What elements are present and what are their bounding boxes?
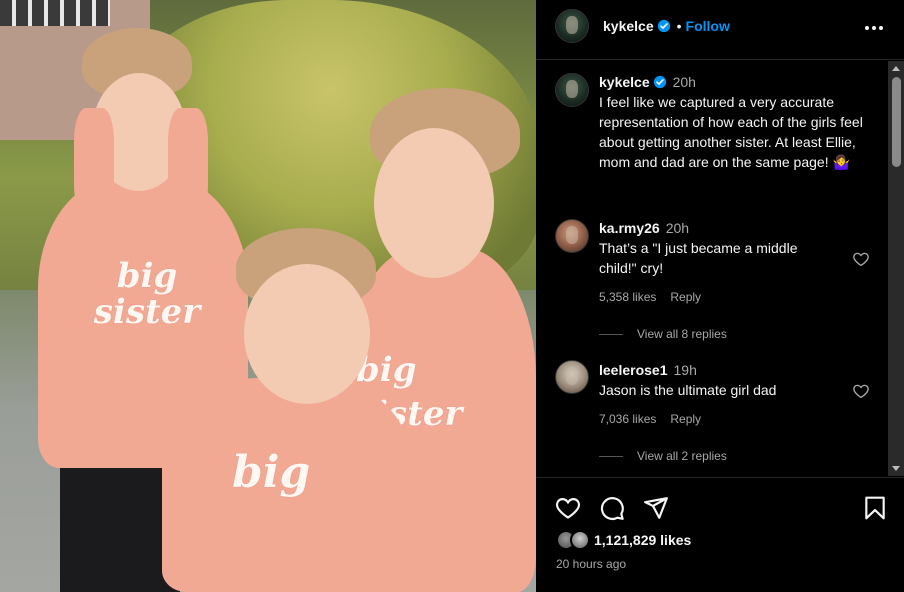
comments-list[interactable]: kykelce 20h I feel like we captured a ver…	[536, 61, 888, 476]
post-timestamp[interactable]: 20 hours ago	[556, 557, 626, 571]
comment-like-heart-icon[interactable]	[852, 382, 870, 400]
comment-icon[interactable]	[599, 495, 625, 521]
scroll-up-arrow-icon[interactable]	[892, 66, 900, 71]
share-icon[interactable]	[643, 495, 669, 521]
more-options-icon[interactable]	[862, 16, 886, 40]
caption-text: I feel like we captured a very accurate …	[599, 94, 863, 170]
follow-button[interactable]: Follow	[686, 18, 730, 34]
photo-text-middle: big	[232, 447, 311, 498]
likes-count[interactable]: 1,121,829 likes	[594, 532, 691, 548]
liker-avatar	[570, 530, 590, 550]
view-replies-label: View all 2 replies	[637, 449, 727, 463]
verified-badge-icon	[653, 75, 666, 89]
comment-text: Jason is the ultimate girl dad	[599, 382, 777, 398]
reply-button[interactable]: Reply	[670, 290, 701, 304]
reply-button[interactable]: Reply	[670, 412, 701, 426]
comment-time: 19h	[673, 362, 697, 378]
view-replies-label: View all 8 replies	[637, 327, 727, 341]
post-header: kykelce • Follow	[536, 0, 904, 60]
post-photo[interactable]: big sister big sister big	[0, 0, 536, 592]
comment-like-heart-icon[interactable]	[852, 250, 870, 268]
post-actions: 1,121,829 likes 20 hours ago	[536, 477, 904, 592]
author-avatar[interactable]	[555, 9, 589, 43]
caption-time: 20h	[672, 74, 696, 90]
bookmark-icon[interactable]	[862, 495, 888, 521]
author-username[interactable]: kykelce	[603, 18, 654, 34]
heart-icon[interactable]	[555, 495, 581, 521]
comment-text: That’s a "I just became a middle child!"…	[599, 240, 798, 276]
separator-dot: •	[676, 18, 682, 34]
comment-likes[interactable]: 5,358 likes	[599, 290, 656, 304]
commenter-username[interactable]: leelerose1	[599, 362, 668, 378]
scroll-down-arrow-icon[interactable]	[892, 466, 900, 471]
commenter-username[interactable]: ka.rmy26	[599, 220, 660, 236]
comment-likes[interactable]: 7,036 likes	[599, 412, 656, 426]
commenter-avatar[interactable]	[555, 219, 589, 253]
verified-badge-icon	[657, 19, 670, 33]
likes-summary[interactable]: 1,121,829 likes	[556, 530, 691, 550]
scroll-thumb[interactable]	[892, 77, 901, 167]
view-replies-button[interactable]: View all 8 replies	[599, 327, 727, 341]
comments-scrollbar[interactable]	[888, 61, 904, 476]
post-sidebar: kykelce • Follow kykelce 20h I feel like …	[536, 0, 904, 592]
caption-avatar[interactable]	[555, 73, 589, 107]
comment-time: 20h	[665, 220, 690, 236]
commenter-avatar[interactable]	[555, 360, 589, 394]
caption-username[interactable]: kykelce	[599, 74, 650, 90]
view-replies-button[interactable]: View all 2 replies	[599, 449, 727, 463]
girl-middle: big	[160, 228, 410, 592]
